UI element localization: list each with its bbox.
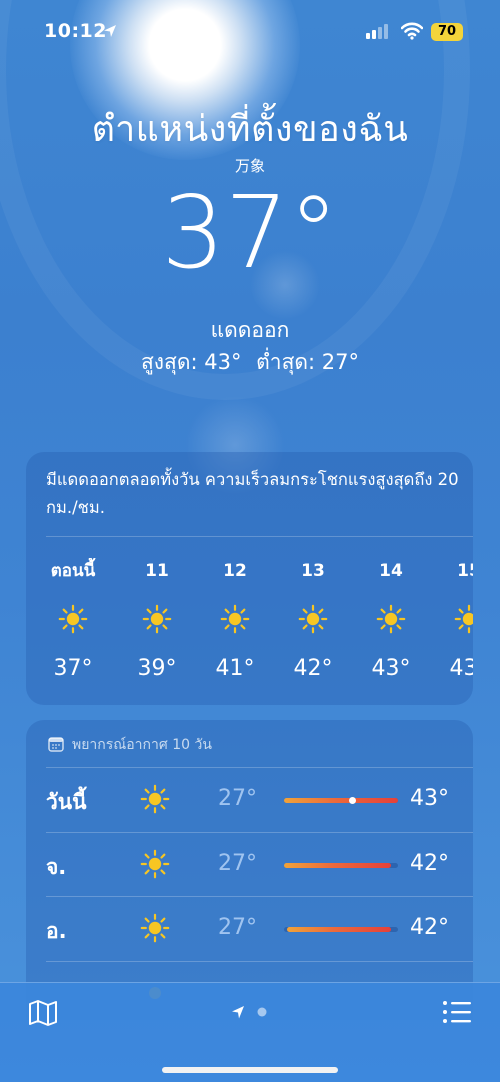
hour-temperature: 41°	[215, 656, 255, 681]
day-name: อ.	[46, 919, 67, 943]
day-row[interactable]: จ. 27° 42°	[26, 833, 473, 897]
hour-temperature: 39°	[137, 656, 177, 681]
day-row[interactable]: วันนี้ 27° 43°	[26, 768, 473, 832]
hour-temperature: 37°	[53, 656, 93, 681]
list-icon[interactable]	[442, 999, 472, 1025]
day-high-temperature: 42°	[410, 851, 449, 876]
hour-item: 15 43°	[434, 558, 473, 681]
day-low-temperature: 27°	[218, 915, 257, 940]
day-row[interactable]: อ. 27° 42°	[26, 897, 473, 961]
hour-label: 11	[145, 561, 169, 581]
cellular-signal-icon	[366, 24, 388, 39]
location-arrow-icon	[104, 25, 116, 37]
hour-item: ตอนนี้ 37°	[38, 558, 108, 681]
day-name: จ.	[46, 855, 67, 879]
daily-forecast-card[interactable]: พยากรณ์อากาศ 10 วัน วันนี้ 27° 43° จ. 27° 42°…	[26, 720, 473, 1020]
hour-item: 13 42°	[278, 558, 348, 681]
sun-icon	[140, 784, 170, 814]
status-time: 10:12	[44, 20, 107, 42]
sun-icon	[454, 604, 473, 634]
location-subtitle: 万象	[234, 157, 265, 175]
current-condition: แดดออก	[210, 318, 290, 342]
temperature-range-bar	[284, 927, 398, 932]
sun-icon	[298, 604, 328, 634]
page-indicator[interactable]	[229, 1003, 273, 1023]
bottom-toolbar	[0, 982, 500, 1082]
temperature-range-bar	[284, 863, 398, 868]
hourly-forecast-card[interactable]: มีแดดออกตลอดทั้งวัน ความเร็วลมกระโชกแรงส…	[26, 452, 473, 705]
sun-icon	[376, 604, 406, 634]
hour-item: 11 39°	[122, 558, 192, 681]
temperature-range-fill	[284, 863, 392, 868]
hour-temperature: 42°	[293, 656, 333, 681]
temperature-range-fill	[284, 798, 398, 803]
calendar-icon	[48, 737, 64, 752]
hour-label: 14	[379, 561, 403, 581]
sun-icon	[58, 604, 88, 634]
map-icon[interactable]	[28, 999, 58, 1027]
sun-icon	[140, 913, 170, 943]
day-low-temperature: 27°	[218, 786, 257, 811]
current-temperature-dot	[348, 797, 356, 804]
high-low: สูงสุด: 43° ต่ำสุด: 27°	[0, 346, 500, 379]
day-low-temperature: 27°	[218, 851, 257, 876]
low-temperature: ต่ำสุด: 27°	[256, 350, 360, 374]
hour-item: 14 43°	[356, 558, 426, 681]
daily-forecast-title: พยากรณ์อากาศ 10 วัน	[72, 737, 212, 753]
location-title: ตำแหน่งที่ตั้งของฉัน	[91, 109, 409, 150]
location-arrow-icon	[232, 1006, 244, 1019]
hour-label: ตอนนี้	[50, 561, 96, 581]
day-high-temperature: 43°	[410, 786, 449, 811]
hour-temperature: 43°	[371, 656, 411, 681]
wifi-icon	[401, 22, 423, 40]
hour-label: 13	[301, 561, 325, 581]
temperature-range-bar	[284, 797, 398, 804]
day-high-temperature: 42°	[410, 915, 449, 940]
temperature-range-fill	[287, 927, 392, 932]
hour-item: 12 41°	[200, 558, 270, 681]
forecast-summary: มีแดดออกตลอดทั้งวัน ความเร็วลมกระโชกแรงส…	[46, 470, 459, 517]
page-dot-icon	[257, 1007, 267, 1017]
divider	[46, 536, 473, 537]
day-name: วันนี้	[46, 790, 87, 814]
home-indicator[interactable]	[162, 1067, 338, 1073]
battery-indicator: 70	[431, 23, 463, 41]
hour-label: 12	[223, 561, 247, 581]
current-temperature: 37°	[161, 174, 339, 291]
hour-temperature: 43°	[449, 656, 474, 681]
status-bar: 10:12 70	[0, 0, 500, 64]
sun-icon	[142, 604, 172, 634]
sun-icon	[220, 604, 250, 634]
hour-label: 15	[457, 561, 473, 581]
sun-icon	[140, 849, 170, 879]
divider	[46, 961, 473, 962]
high-temperature: สูงสุด: 43°	[140, 350, 242, 374]
hourly-scroller[interactable]: ตอนนี้ 37° 11 39° 12 41° 13 42° 14 43° 15 43°	[26, 558, 473, 688]
